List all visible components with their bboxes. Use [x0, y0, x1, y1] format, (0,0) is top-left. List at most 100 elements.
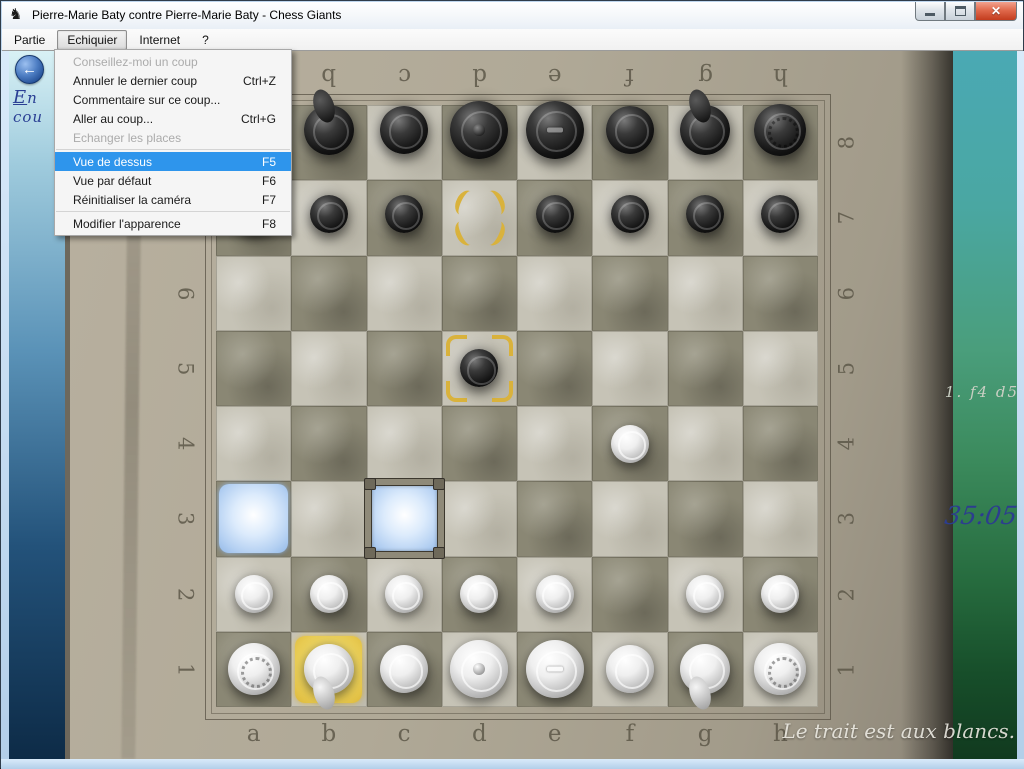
app-knight-icon: ♞ — [9, 6, 22, 24]
file-label-top-b: b — [291, 61, 366, 91]
piece-black-pawn-h7[interactable] — [761, 195, 799, 233]
menu-item-2[interactable]: Commentaire sur ce coup... — [55, 90, 291, 109]
square-d3[interactable] — [442, 481, 517, 556]
piece-white-queen-d1[interactable] — [450, 640, 508, 698]
origin-chevron-icon — [451, 188, 478, 219]
square-h3[interactable] — [743, 481, 818, 556]
piece-black-pawn-d5[interactable] — [460, 349, 498, 387]
square-f5[interactable] — [592, 331, 667, 406]
square-c5[interactable] — [367, 331, 442, 406]
minimize-button[interactable] — [915, 2, 945, 21]
square-g4[interactable] — [668, 406, 743, 481]
piece-black-pawn-g7[interactable] — [686, 195, 724, 233]
piece-white-knight-b1[interactable] — [304, 644, 354, 694]
square-e4[interactable] — [517, 406, 592, 481]
piece-black-bishop-f8[interactable] — [606, 106, 654, 154]
cursor-frame-marker — [367, 481, 442, 556]
square-d4[interactable] — [442, 406, 517, 481]
square-a5[interactable] — [216, 331, 291, 406]
back-button[interactable]: ← — [15, 55, 44, 84]
rank-label-left-4: 4 — [148, 427, 223, 461]
square-a4[interactable] — [216, 406, 291, 481]
rank-label-left-3: 3 — [148, 502, 223, 536]
piece-white-pawn-b2[interactable] — [310, 575, 348, 613]
menu-item-6[interactable]: Vue par défautF6 — [55, 171, 291, 190]
rank-label-right-5: 5 — [808, 351, 883, 385]
file-label-top-d: d — [442, 61, 517, 91]
close-button[interactable]: ✕ — [975, 2, 1017, 21]
piece-black-king-e8[interactable] — [526, 101, 584, 159]
piece-white-pawn-f4[interactable] — [611, 425, 649, 463]
piece-black-pawn-e7[interactable] — [536, 195, 574, 233]
piece-black-queen-d8[interactable] — [450, 101, 508, 159]
menubar-item-help[interactable]: ? — [192, 30, 219, 50]
square-b4[interactable] — [291, 406, 366, 481]
square-h5[interactable] — [743, 331, 818, 406]
square-d6[interactable] — [442, 256, 517, 331]
square-f3[interactable] — [592, 481, 667, 556]
square-b6[interactable] — [291, 256, 366, 331]
piece-black-pawn-b7[interactable] — [310, 195, 348, 233]
piece-black-pawn-c7[interactable] — [385, 195, 423, 233]
square-g6[interactable] — [668, 256, 743, 331]
square-b5[interactable] — [291, 331, 366, 406]
menu-item-8[interactable]: Modifier l'apparenceF8 — [55, 214, 291, 233]
piece-black-rook-h8[interactable] — [754, 104, 806, 156]
square-h4[interactable] — [743, 406, 818, 481]
piece-white-pawn-a2[interactable] — [235, 575, 273, 613]
piece-white-pawn-c2[interactable] — [385, 575, 423, 613]
rank-label-right-6: 6 — [808, 276, 883, 310]
piece-black-knight-g8[interactable] — [680, 105, 730, 155]
rank-label-right-1: 1 — [808, 652, 883, 686]
menu-separator — [56, 211, 290, 212]
piece-white-rook-a1[interactable] — [228, 643, 280, 695]
square-f6[interactable] — [592, 256, 667, 331]
rank-label-left-1: 1 — [148, 652, 223, 686]
square-h6[interactable] — [743, 256, 818, 331]
square-a6[interactable] — [216, 256, 291, 331]
rank-label-left-5: 5 — [148, 351, 223, 385]
piece-white-rook-h1[interactable] — [754, 643, 806, 695]
move-list-text: 1. f4 d5 — [925, 383, 1017, 401]
piece-white-bishop-f1[interactable] — [606, 645, 654, 693]
square-e3[interactable] — [517, 481, 592, 556]
maximize-button[interactable] — [945, 2, 975, 21]
playing-grid — [216, 105, 818, 707]
menubar-item-internet[interactable]: Internet — [129, 30, 190, 50]
piece-black-knight-b8[interactable] — [304, 105, 354, 155]
square-b3[interactable] — [291, 481, 366, 556]
window-left-border — [1, 51, 9, 759]
file-label-top-c: c — [367, 61, 442, 91]
piece-white-pawn-d2[interactable] — [460, 575, 498, 613]
piece-white-bishop-c1[interactable] — [380, 645, 428, 693]
square-c6[interactable] — [367, 256, 442, 331]
piece-black-pawn-f7[interactable] — [611, 195, 649, 233]
piece-white-pawn-h2[interactable] — [761, 575, 799, 613]
menubar-item-partie[interactable]: Partie — [4, 30, 55, 50]
piece-black-bishop-c8[interactable] — [380, 106, 428, 154]
menu-item-5[interactable]: Vue de dessusF5 — [55, 152, 291, 171]
menu-item-7[interactable]: Réinitialiser la caméraF7 — [55, 190, 291, 209]
square-e5[interactable] — [517, 331, 592, 406]
piece-white-pawn-g2[interactable] — [686, 575, 724, 613]
title-bar[interactable]: ♞ Pierre-Marie Baty contre Pierre-Marie … — [2, 2, 1023, 30]
square-e6[interactable] — [517, 256, 592, 331]
rank-label-right-8: 8 — [808, 126, 883, 160]
piece-white-knight-g1[interactable] — [680, 644, 730, 694]
minimize-icon — [925, 13, 935, 16]
square-g5[interactable] — [668, 331, 743, 406]
menu-item-0: Conseillez-moi un coup — [55, 52, 291, 71]
origin-chevron-icon — [481, 218, 508, 249]
menubar-item-echiquier[interactable]: Echiquier — [57, 30, 127, 50]
square-g3[interactable] — [668, 481, 743, 556]
last-move-origin-marker — [442, 180, 517, 255]
menu-item-1[interactable]: Annuler le dernier coupCtrl+Z — [55, 71, 291, 90]
echiquier-dropdown-menu: Conseillez-moi un coupAnnuler le dernier… — [54, 49, 292, 236]
maximize-icon — [955, 6, 966, 16]
piece-white-king-e1[interactable] — [526, 640, 584, 698]
square-f2[interactable] — [592, 557, 667, 632]
menu-item-3[interactable]: Aller au coup...Ctrl+G — [55, 109, 291, 128]
close-icon: ✕ — [991, 4, 1001, 18]
piece-white-pawn-e2[interactable] — [536, 575, 574, 613]
square-c4[interactable] — [367, 406, 442, 481]
